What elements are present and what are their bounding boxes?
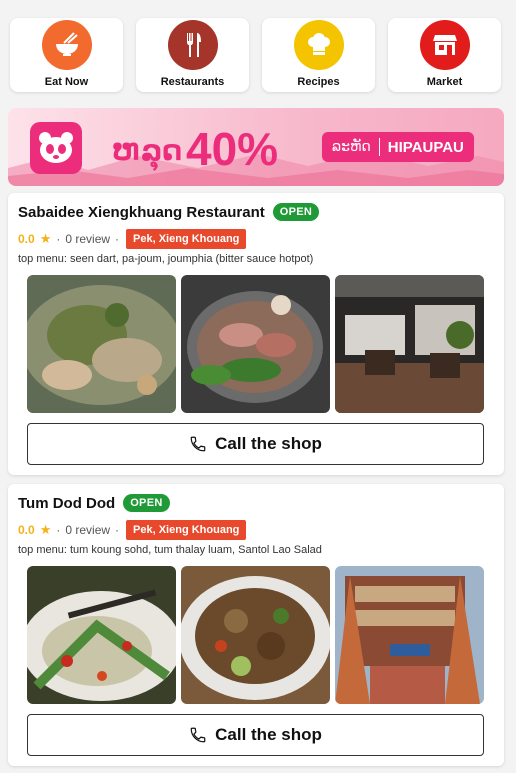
restaurant-name[interactable]: Sabaidee Xiengkhuang Restaurant	[18, 204, 265, 221]
review-count: 0 review	[65, 523, 111, 537]
category-row: Eat Now Restaurants Recipes Market	[0, 0, 516, 100]
category-label: Restaurants	[160, 76, 225, 88]
chef-hat-icon	[294, 20, 344, 70]
category-label: Eat Now	[44, 76, 89, 88]
food-photo[interactable]	[181, 566, 330, 704]
restaurant-card[interactable]: Sabaidee Xiengkhuang Restaurant OPEN 0.0…	[8, 193, 504, 475]
category-restaurants[interactable]: Restaurants	[136, 18, 249, 92]
phone-icon	[189, 435, 207, 453]
food-photo[interactable]	[181, 275, 330, 413]
category-market[interactable]: Market	[388, 18, 501, 92]
star-icon: ★	[39, 231, 52, 246]
location-badge: Pek, Xieng Khouang	[126, 229, 247, 249]
storefront-icon	[420, 20, 470, 70]
meta-row: 0.0 ★ · 0 review · Pek, Xieng Khouang	[18, 229, 247, 249]
restaurant-card[interactable]: Tum Dod Dod OPEN 0.0 ★ · 0 review · Pek,…	[8, 484, 504, 766]
code-label: ລະຫັດ	[332, 139, 371, 155]
top-menu: top menu: seen dart, pa-joum, joumphia (…	[18, 253, 314, 265]
foodpanda-logo	[30, 122, 82, 174]
phone-icon	[189, 726, 207, 744]
restaurant-name[interactable]: Tum Dod Dod	[18, 495, 115, 512]
discount-percent: 40%	[186, 123, 279, 175]
restaurant-photo[interactable]	[335, 275, 484, 413]
call-shop-button[interactable]: Call the shop	[27, 423, 484, 465]
separator: ·	[115, 523, 120, 537]
category-label: Recipes	[297, 76, 340, 88]
meta-row: 0.0 ★ · 0 review · Pek, Xieng Khouang	[18, 520, 247, 540]
food-photo[interactable]	[27, 566, 176, 704]
promo-code-box: ລະຫັດ HIPAUPAU	[322, 132, 474, 162]
divider	[378, 138, 380, 156]
noodle-bowl-icon	[42, 20, 92, 70]
category-label: Market	[426, 76, 463, 88]
promo-banner[interactable]: ຫລຸດ 40% ລະຫັດ HIPAUPAU	[8, 108, 504, 186]
separator: ·	[56, 523, 61, 537]
status-badge: OPEN	[272, 203, 320, 221]
restaurant-photo[interactable]	[335, 566, 484, 704]
category-recipes[interactable]: Recipes	[262, 18, 375, 92]
review-count: 0 review	[65, 232, 111, 246]
status-badge: OPEN	[123, 494, 170, 512]
location-badge: Pek, Xieng Khouang	[126, 520, 247, 540]
star-icon: ★	[39, 522, 52, 537]
category-eat-now[interactable]: Eat Now	[10, 18, 123, 92]
call-label: Call the shop	[215, 725, 322, 744]
title-row: Sabaidee Xiengkhuang Restaurant OPEN	[18, 203, 320, 221]
food-photo[interactable]	[27, 275, 176, 413]
separator: ·	[115, 232, 120, 246]
separator: ·	[56, 232, 61, 246]
discount-text: ຫລຸດ	[112, 134, 183, 167]
title-row: Tum Dod Dod OPEN	[18, 494, 170, 512]
call-shop-button[interactable]: Call the shop	[27, 714, 484, 756]
rating-value: 0.0	[18, 523, 35, 537]
call-label: Call the shop	[215, 434, 322, 453]
rating-value: 0.0	[18, 232, 35, 246]
fork-knife-icon	[168, 20, 218, 70]
top-menu: top menu: tum koung sohd, tum thalay lua…	[18, 544, 322, 556]
promo-code: HIPAUPAU	[387, 138, 464, 156]
